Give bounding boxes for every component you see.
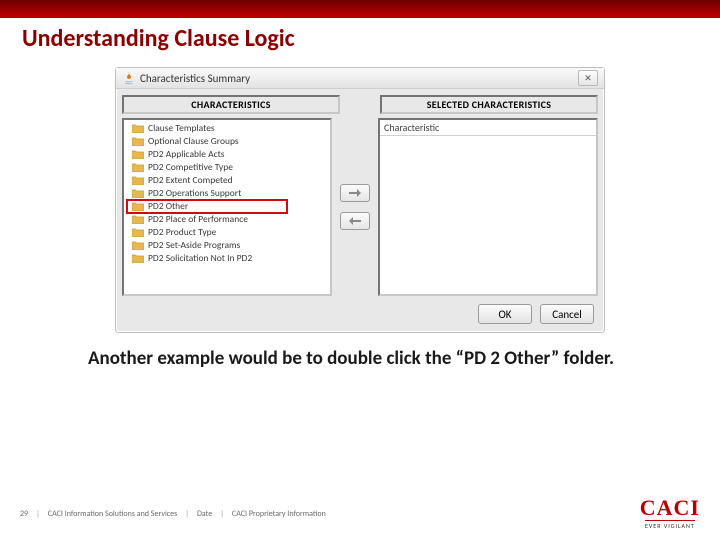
close-icon: ✕ bbox=[584, 73, 592, 84]
tree-item-label: PD2 Product Type bbox=[148, 226, 216, 239]
footer-notice: CACI Proprietary Information bbox=[232, 509, 326, 519]
selected-pane[interactable]: Characteristic bbox=[378, 118, 598, 296]
tree-pane[interactable]: Clause TemplatesOptional Clause GroupsPD… bbox=[122, 118, 332, 296]
close-button[interactable]: ✕ bbox=[578, 70, 598, 86]
tree-item[interactable]: PD2 Applicable Acts bbox=[126, 148, 328, 161]
tree-item[interactable]: PD2 Place of Performance bbox=[126, 213, 328, 226]
tree-item-label: Optional Clause Groups bbox=[148, 135, 239, 148]
folder-icon bbox=[132, 137, 144, 146]
top-bar bbox=[0, 0, 720, 18]
slide-title: Understanding Clause Logic bbox=[0, 18, 720, 53]
footer-sep: | bbox=[36, 509, 40, 519]
characteristics-header: CHARACTERISTICS bbox=[122, 95, 340, 114]
selected-pane-header: Characteristic bbox=[380, 120, 596, 136]
arrow-right-icon bbox=[348, 188, 362, 198]
tree-item-label: PD2 Solicitation Not In PD2 bbox=[148, 252, 252, 265]
folder-icon bbox=[132, 150, 144, 159]
tree-item[interactable]: PD2 Other bbox=[126, 200, 328, 213]
tree-item-label: PD2 Other bbox=[148, 200, 188, 213]
dialog-title: Characteristics Summary bbox=[140, 72, 250, 85]
ok-button[interactable]: OK bbox=[478, 304, 532, 324]
tree-item-label: PD2 Set-Aside Programs bbox=[148, 239, 240, 252]
footer-sep: | bbox=[220, 509, 224, 519]
tree-item[interactable]: PD2 Solicitation Not In PD2 bbox=[126, 252, 328, 265]
tree-item[interactable]: PD2 Set-Aside Programs bbox=[126, 239, 328, 252]
tree-item-label: Clause Templates bbox=[148, 122, 215, 135]
java-icon bbox=[122, 71, 136, 85]
logo-tagline: EVER VIGILANT bbox=[645, 520, 695, 530]
tree-item[interactable]: PD2 Extent Competed bbox=[126, 174, 328, 187]
tree-item-label: PD2 Operations Support bbox=[148, 187, 241, 200]
folder-icon bbox=[132, 228, 144, 237]
slide-footer: 29 | CACI Information Solutions and Serv… bbox=[0, 497, 720, 530]
remove-button[interactable] bbox=[340, 212, 370, 230]
footer-date: Date bbox=[197, 509, 212, 519]
caption-text: Another example would be to double click… bbox=[0, 333, 720, 371]
tree-item-label: PD2 Extent Competed bbox=[148, 174, 233, 187]
arrow-left-icon bbox=[348, 216, 362, 226]
characteristics-dialog: Characteristics Summary ✕ CHARACTERISTIC… bbox=[115, 67, 605, 333]
tree-item[interactable]: PD2 Competitive Type bbox=[126, 161, 328, 174]
add-button[interactable] bbox=[340, 184, 370, 202]
page-number: 29 bbox=[20, 509, 28, 519]
tree-item-label: PD2 Place of Performance bbox=[148, 213, 248, 226]
folder-icon bbox=[132, 163, 144, 172]
tree-item[interactable]: PD2 Operations Support bbox=[126, 187, 328, 200]
folder-icon bbox=[132, 215, 144, 224]
caci-logo: CACI EVER VIGILANT bbox=[640, 497, 700, 530]
cancel-button[interactable]: Cancel bbox=[540, 304, 594, 324]
transfer-buttons bbox=[332, 118, 378, 296]
footer-org: CACI Information Solutions and Services bbox=[48, 509, 177, 519]
folder-icon bbox=[132, 241, 144, 250]
dialog-titlebar: Characteristics Summary ✕ bbox=[116, 68, 604, 89]
tree-item[interactable]: Optional Clause Groups bbox=[126, 135, 328, 148]
tree-item[interactable]: PD2 Product Type bbox=[126, 226, 328, 239]
logo-name: CACI bbox=[640, 497, 700, 519]
tree-item-label: PD2 Competitive Type bbox=[148, 161, 233, 174]
folder-icon bbox=[132, 254, 144, 263]
folder-icon bbox=[132, 124, 144, 133]
folder-icon bbox=[132, 202, 144, 211]
tree-item[interactable]: Clause Templates bbox=[126, 122, 328, 135]
folder-icon bbox=[132, 176, 144, 185]
tree-item-label: PD2 Applicable Acts bbox=[148, 148, 225, 161]
footer-sep: | bbox=[185, 509, 189, 519]
selected-characteristics-header: SELECTED CHARACTERISTICS bbox=[380, 95, 598, 114]
folder-icon bbox=[132, 189, 144, 198]
